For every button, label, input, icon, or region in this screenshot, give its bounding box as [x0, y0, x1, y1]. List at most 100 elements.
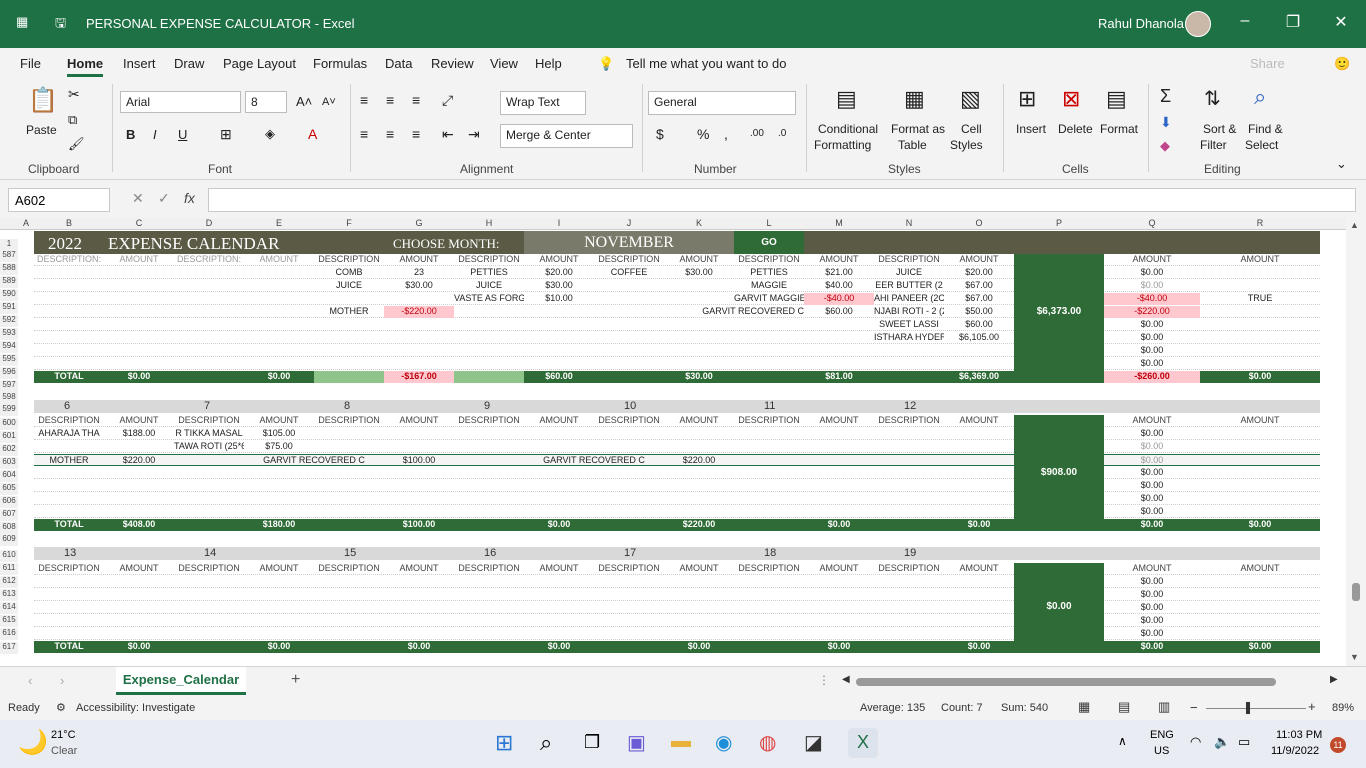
page-break-view-icon[interactable]: ▥ [1158, 699, 1170, 715]
cell[interactable]: COFFEE [594, 267, 664, 279]
amount-header[interactable]: AMOUNT [244, 254, 314, 266]
description-header[interactable]: DESCRIPTION [34, 415, 104, 427]
row-header[interactable]: 604 [0, 470, 18, 482]
amount-header[interactable]: AMOUNT [664, 254, 734, 266]
smiley-icon[interactable]: 🙂 [1334, 56, 1350, 72]
weekly-total-block[interactable]: $0.00 [1014, 563, 1104, 641]
clock-time[interactable]: 11:03 PM [1276, 729, 1322, 741]
cell[interactable]: NJABI ROTI - 2 (2 [874, 306, 944, 318]
tab-draw[interactable]: Draw [174, 56, 204, 71]
tab-insert[interactable]: Insert [123, 56, 156, 71]
column-header-l[interactable]: L [734, 218, 804, 228]
comma-icon[interactable]: , [724, 126, 728, 142]
cell-styles-icon[interactable]: ▧ [960, 86, 981, 112]
row-header[interactable]: 594 [0, 341, 18, 353]
column-header-e[interactable]: E [244, 218, 314, 228]
column-header-i[interactable]: I [524, 218, 594, 228]
cell[interactable]: $30.00 [664, 371, 734, 383]
description-header[interactable]: DESCRIPTION [594, 254, 664, 266]
row-header[interactable]: 615 [0, 615, 18, 627]
delete-cells-icon[interactable]: ⊠ [1062, 86, 1080, 112]
amount-header[interactable]: AMOUNT [1104, 415, 1200, 427]
cell[interactable]: $50.00 [944, 306, 1014, 318]
cell[interactable]: $0.00 [244, 641, 314, 653]
middle-align-icon[interactable]: ≡ [386, 92, 394, 108]
volume-icon[interactable]: 🔈 [1214, 734, 1230, 750]
cell[interactable]: $60.00 [944, 319, 1014, 331]
cell[interactable]: AHI PANEER (2C [874, 293, 944, 305]
amount-header[interactable]: AMOUNT [104, 563, 174, 575]
cell[interactable]: $100.00 [384, 519, 454, 531]
increase-indent-icon[interactable]: ⇥ [468, 126, 480, 143]
close-icon[interactable]: ✕ [1326, 12, 1356, 32]
day-number[interactable]: 19 [904, 547, 916, 559]
font-name-select[interactable]: Arial [120, 91, 241, 113]
cell-styles-label2[interactable]: Styles [950, 138, 983, 152]
cell[interactable]: $67.00 [944, 280, 1014, 292]
description-header[interactable]: DESCRIPTION [874, 563, 944, 575]
increase-font-icon[interactable]: A˄ [296, 94, 312, 109]
row-header[interactable]: 612 [0, 576, 18, 588]
cell[interactable]: $188.00 [104, 428, 174, 440]
battery-icon[interactable]: ▭ [1238, 734, 1250, 750]
column-header-p[interactable]: P [1014, 218, 1104, 228]
description-header[interactable]: DESCRIPTION [174, 563, 244, 575]
cell[interactable]: $30.00 [664, 267, 734, 279]
scroll-left-icon[interactable]: ◀ [842, 674, 850, 685]
cell[interactable]: $0.00 [1104, 441, 1200, 453]
total-label[interactable]: TOTAL [34, 641, 104, 653]
font-color-icon[interactable]: A [308, 126, 317, 142]
cell[interactable]: $81.00 [804, 371, 874, 383]
cell[interactable]: EER BUTTER (2 [874, 280, 944, 292]
align-left-icon[interactable]: ≡ [360, 126, 368, 142]
excel-taskbar-icon[interactable]: X [848, 728, 878, 758]
row-header[interactable]: 610 [0, 550, 18, 562]
cell[interactable]: $60.00 [804, 306, 874, 318]
cell[interactable]: $0.00 [944, 641, 1014, 653]
column-header-n[interactable]: N [874, 218, 944, 228]
insert-cells-button[interactable]: Insert [1016, 122, 1046, 136]
cell[interactable]: $40.00 [804, 280, 874, 292]
fill-color-icon[interactable]: ◈ [265, 126, 275, 142]
number-format-select[interactable]: General [648, 91, 796, 115]
weather-condition[interactable]: Clear [51, 745, 77, 757]
cell-highlight[interactable] [314, 371, 384, 383]
top-align-icon[interactable]: ≡ [360, 92, 368, 108]
cell[interactable]: -$40.00 [1104, 293, 1200, 305]
cell[interactable]: $10.00 [524, 293, 594, 305]
description-header[interactable]: DESCRIPTION [314, 415, 384, 427]
cell[interactable]: $0.00 [804, 519, 874, 531]
description-header[interactable]: DESCRIPTION [454, 415, 524, 427]
cell[interactable]: GARVIT RECOVERED C [524, 455, 664, 467]
column-header-f[interactable]: F [314, 218, 384, 228]
format-table-label2[interactable]: Table [898, 138, 927, 152]
clear-icon[interactable]: ◆ [1160, 138, 1170, 154]
paste-icon[interactable]: 📋 [28, 86, 58, 115]
cell[interactable]: -$167.00 [384, 371, 454, 383]
row-header[interactable]: 606 [0, 496, 18, 508]
cell[interactable]: GARVIT RECOVERED C [664, 306, 804, 318]
accessibility-icon[interactable]: ⚙ [56, 701, 66, 714]
description-header[interactable]: DESCRIPTION [594, 563, 664, 575]
column-header-b[interactable]: B [34, 218, 104, 228]
cell[interactable]: $0.00 [944, 519, 1014, 531]
description-header[interactable]: DESCRIPTION: [174, 254, 244, 266]
amount-header[interactable]: AMOUNT [664, 415, 734, 427]
total-label[interactable]: TOTAL [34, 519, 104, 531]
row-header[interactable]: 614 [0, 602, 18, 614]
cell[interactable]: $0.00 [1104, 641, 1200, 653]
task-view-icon[interactable]: ❐ [584, 732, 600, 753]
cell[interactable]: $105.00 [244, 428, 314, 440]
cell[interactable]: JUICE [314, 280, 384, 292]
cell[interactable]: $67.00 [944, 293, 1014, 305]
amount-header[interactable]: AMOUNT [524, 563, 594, 575]
column-header-g[interactable]: G [384, 218, 454, 228]
column-header-o[interactable]: O [944, 218, 1014, 228]
day-number[interactable]: 13 [64, 547, 76, 559]
find-select-label2[interactable]: Select [1245, 138, 1278, 152]
sort-filter-icon[interactable]: ⇅ [1204, 86, 1221, 111]
cell[interactable]: $0.00 [104, 371, 174, 383]
amount-header[interactable]: AMOUNT [384, 563, 454, 575]
tab-formulas[interactable]: Formulas [313, 56, 367, 71]
autosum-icon[interactable]: Σ [1160, 86, 1171, 107]
